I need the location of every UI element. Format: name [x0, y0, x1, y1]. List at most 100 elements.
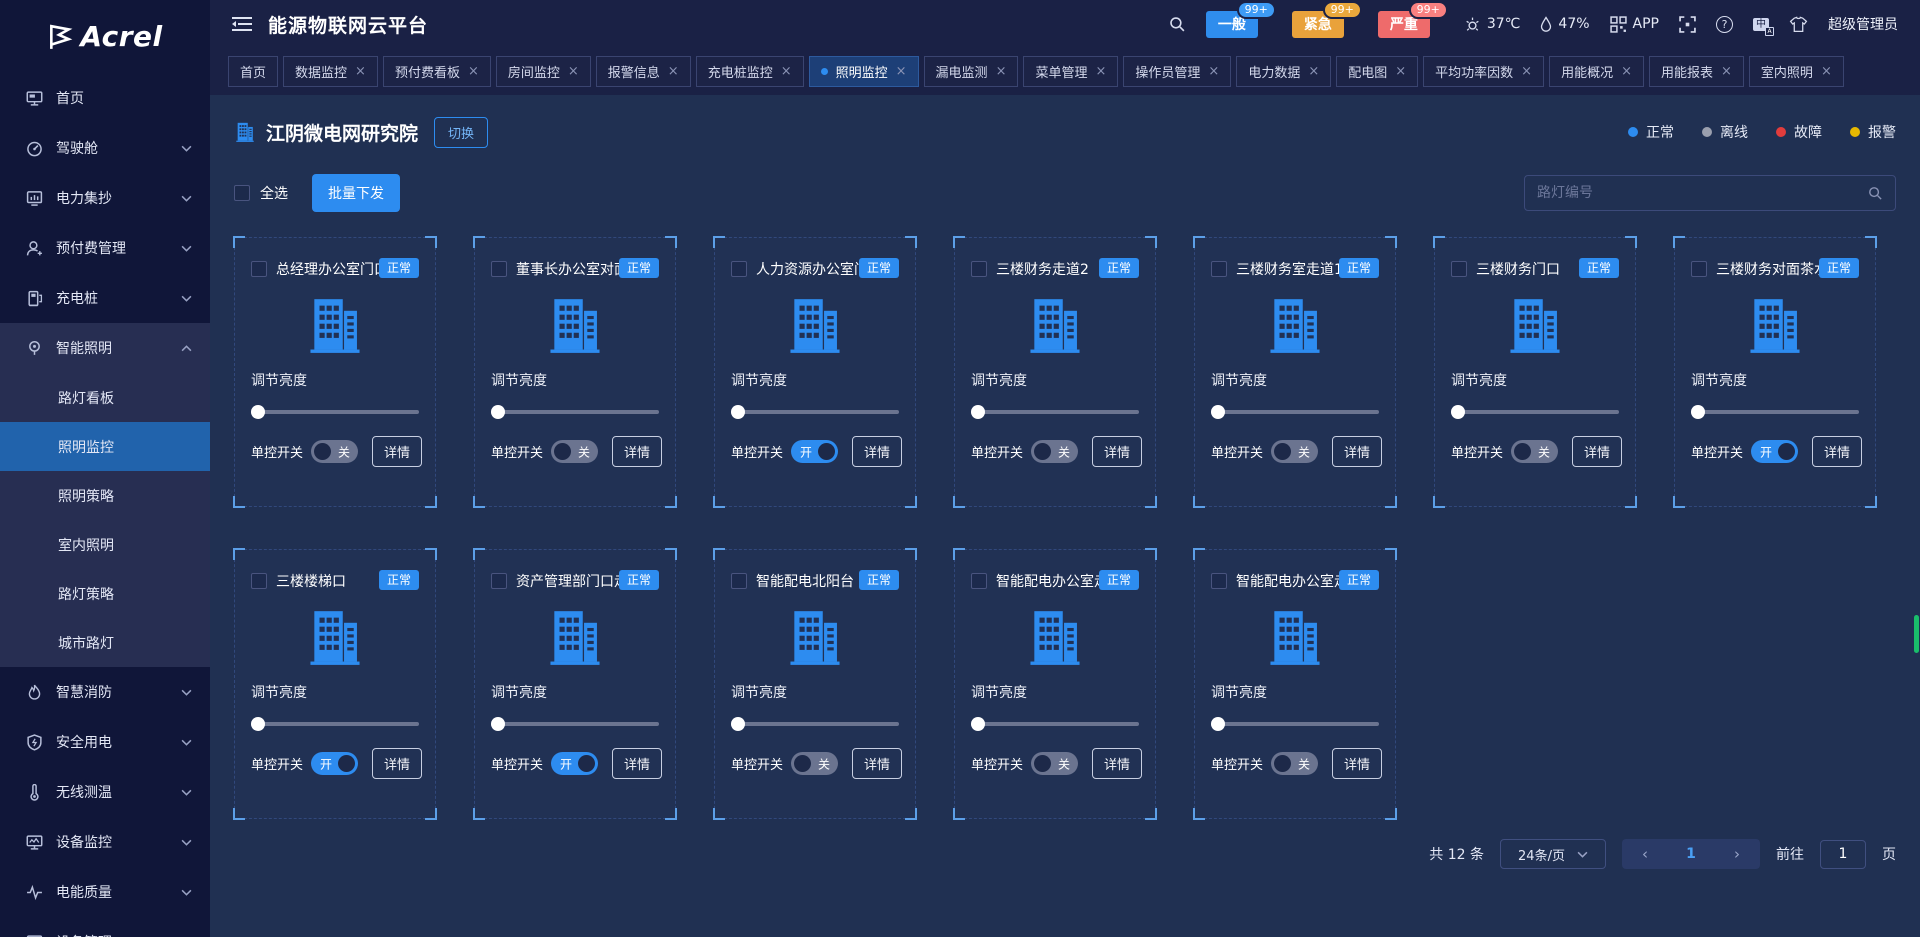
- sidebar-item-power-quality[interactable]: 电能质量: [0, 867, 210, 917]
- detail-button[interactable]: 详情: [1332, 436, 1383, 467]
- card-checkbox[interactable]: [1211, 573, 1227, 589]
- switch-toggle[interactable]: 开: [311, 752, 359, 775]
- close-icon[interactable]: ×: [1095, 64, 1106, 79]
- tab-charging-monitor[interactable]: 充电桩监控 ×: [695, 56, 804, 87]
- card-checkbox[interactable]: [971, 573, 987, 589]
- card-checkbox[interactable]: [1691, 261, 1707, 277]
- detail-button[interactable]: 详情: [372, 748, 423, 779]
- detail-button[interactable]: 详情: [852, 748, 903, 779]
- tab-data-monitor[interactable]: 数据监控 ×: [283, 56, 378, 87]
- alarm-badge-severe[interactable]: 严重 99+: [1377, 0, 1448, 38]
- detail-button[interactable]: 详情: [1572, 436, 1623, 467]
- card-checkbox[interactable]: [731, 261, 747, 277]
- sidebar-subitem-lighting-monitor[interactable]: 照明监控: [0, 422, 210, 471]
- tab-home[interactable]: 首页: [228, 56, 279, 87]
- close-icon[interactable]: ×: [355, 64, 366, 79]
- sidebar-item-prepaid[interactable]: 预付费管理: [0, 223, 210, 273]
- slider-thumb[interactable]: [491, 405, 505, 419]
- close-icon[interactable]: ×: [1721, 64, 1732, 79]
- tab-power-data[interactable]: 电力数据 ×: [1236, 56, 1332, 87]
- tab-prepaid-board[interactable]: 预付费看板 ×: [382, 56, 491, 87]
- fullscreen-icon[interactable]: [1679, 16, 1696, 33]
- card-checkbox[interactable]: [251, 261, 267, 277]
- close-icon[interactable]: ×: [996, 64, 1007, 79]
- tab-alarm-info[interactable]: 报警信息 ×: [595, 56, 691, 87]
- switch-toggle[interactable]: 关: [311, 440, 359, 463]
- brightness-slider[interactable]: [731, 717, 899, 731]
- sidebar-item-wireless-temp[interactable]: 无线测温: [0, 767, 210, 817]
- slider-thumb[interactable]: [731, 717, 745, 731]
- sidebar-item-charging-pile[interactable]: 充电桩: [0, 273, 210, 323]
- close-icon[interactable]: ×: [668, 64, 679, 79]
- switch-toggle[interactable]: 关: [1271, 752, 1319, 775]
- close-icon[interactable]: ×: [896, 64, 907, 79]
- detail-button[interactable]: 详情: [852, 436, 903, 467]
- card-checkbox[interactable]: [491, 261, 507, 277]
- detail-button[interactable]: 详情: [1812, 436, 1863, 467]
- search-icon[interactable]: [1169, 16, 1186, 33]
- card-checkbox[interactable]: [731, 573, 747, 589]
- tab-avg-power-factor[interactable]: 平均功率因数 ×: [1423, 56, 1545, 87]
- switch-site-button[interactable]: 切换: [434, 116, 489, 148]
- detail-button[interactable]: 详情: [372, 436, 423, 467]
- search-input[interactable]: [1537, 185, 1868, 201]
- alarm-badge-urgent[interactable]: 紧急 99+: [1291, 0, 1362, 38]
- username[interactable]: 超级管理员: [1828, 14, 1898, 34]
- close-icon[interactable]: ×: [1308, 64, 1319, 79]
- card-checkbox[interactable]: [1211, 261, 1227, 277]
- collapse-menu-icon[interactable]: [232, 16, 252, 32]
- scrollbar-thumb[interactable]: [1914, 615, 1919, 653]
- sidebar-item-fire[interactable]: 智慧消防: [0, 667, 210, 717]
- brightness-slider[interactable]: [251, 717, 419, 731]
- slider-thumb[interactable]: [971, 717, 985, 731]
- brightness-slider[interactable]: [1211, 405, 1379, 419]
- switch-toggle[interactable]: 关: [791, 752, 839, 775]
- detail-button[interactable]: 详情: [612, 436, 663, 467]
- help-icon[interactable]: ?: [1716, 15, 1733, 33]
- tab-menu-mgmt[interactable]: 菜单管理 ×: [1023, 56, 1119, 87]
- close-icon[interactable]: ×: [781, 64, 792, 79]
- slider-thumb[interactable]: [1211, 717, 1225, 731]
- sidebar-subitem-lighting-strategy[interactable]: 照明策略: [0, 471, 210, 520]
- slider-thumb[interactable]: [251, 717, 265, 731]
- slider-thumb[interactable]: [251, 405, 265, 419]
- card-checkbox[interactable]: [1451, 261, 1467, 277]
- next-page-button[interactable]: ›: [1714, 845, 1760, 863]
- goto-page-input[interactable]: [1820, 839, 1866, 869]
- sidebar-subitem-streetlight-board[interactable]: 路灯看板: [0, 373, 210, 422]
- page-size-select[interactable]: 24条/页: [1500, 839, 1606, 869]
- batch-dispatch-button[interactable]: 批量下发: [312, 174, 400, 212]
- detail-button[interactable]: 详情: [1092, 748, 1143, 779]
- close-icon[interactable]: ×: [1208, 64, 1219, 79]
- tab-leakage-monitor[interactable]: 漏电监测 ×: [923, 56, 1019, 87]
- switch-toggle[interactable]: 关: [1511, 440, 1559, 463]
- search-icon[interactable]: [1868, 186, 1883, 201]
- brightness-slider[interactable]: [1451, 405, 1619, 419]
- detail-button[interactable]: 详情: [1092, 436, 1143, 467]
- brightness-slider[interactable]: [1691, 405, 1859, 419]
- tab-distribution-diagram[interactable]: 配电图 ×: [1336, 56, 1419, 87]
- card-checkbox[interactable]: [251, 573, 267, 589]
- close-icon[interactable]: ×: [1621, 64, 1632, 79]
- close-icon[interactable]: ×: [468, 64, 479, 79]
- slider-thumb[interactable]: [1691, 405, 1705, 419]
- switch-toggle[interactable]: 开: [1751, 440, 1799, 463]
- brightness-slider[interactable]: [491, 717, 659, 731]
- detail-button[interactable]: 详情: [1332, 748, 1383, 779]
- tab-lighting-monitor[interactable]: 照明监控 ×: [808, 56, 919, 87]
- app-download[interactable]: APP: [1610, 16, 1659, 33]
- close-icon[interactable]: ×: [568, 64, 579, 79]
- switch-toggle[interactable]: 关: [1271, 440, 1319, 463]
- switch-toggle[interactable]: 关: [1031, 440, 1079, 463]
- sidebar-subitem-streetlight-strategy[interactable]: 路灯策略: [0, 569, 210, 618]
- slider-thumb[interactable]: [971, 405, 985, 419]
- theme-shirt-icon[interactable]: [1789, 16, 1808, 33]
- card-checkbox[interactable]: [971, 261, 987, 277]
- sidebar-subitem-indoor-lighting[interactable]: 室内照明: [0, 520, 210, 569]
- sidebar-item-device-mgmt[interactable]: 设备管理: [0, 917, 210, 937]
- current-page[interactable]: 1: [1668, 846, 1714, 862]
- detail-button[interactable]: 详情: [612, 748, 663, 779]
- slider-thumb[interactable]: [491, 717, 505, 731]
- brightness-slider[interactable]: [491, 405, 659, 419]
- switch-toggle[interactable]: 关: [551, 440, 599, 463]
